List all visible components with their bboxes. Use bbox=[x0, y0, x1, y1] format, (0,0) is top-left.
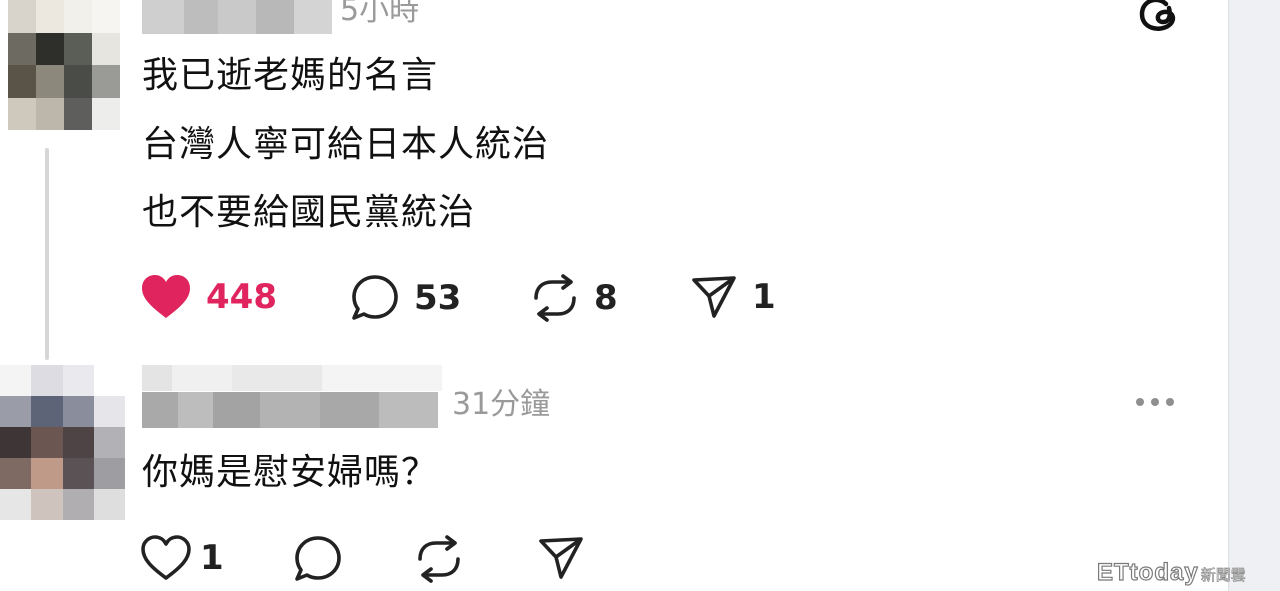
post-timestamp: 5小時 bbox=[340, 0, 420, 28]
right-edge-strip bbox=[1228, 0, 1280, 591]
post-comment-count: 53 bbox=[414, 278, 462, 318]
reply-comment-button[interactable] bbox=[293, 535, 343, 583]
reply-timestamp: 31分鐘 bbox=[452, 387, 551, 422]
speech-bubble-icon bbox=[295, 536, 341, 581]
watermark-suffix: 新聞雲 bbox=[1200, 566, 1246, 585]
thread-connector-line bbox=[45, 148, 49, 360]
send-icon bbox=[692, 276, 736, 318]
speech-bubble-icon bbox=[352, 275, 398, 320]
post-share-count: 1 bbox=[752, 277, 776, 317]
post-share-button[interactable]: 1 bbox=[690, 274, 776, 320]
post-text-line-2: 台灣人寧可給日本人統治 bbox=[142, 124, 550, 165]
post-text-line-1: 我已逝老媽的名言 bbox=[142, 55, 439, 96]
reply-text: 你媽是慰安婦嗎？ bbox=[142, 452, 439, 493]
reply-like-count: 1 bbox=[200, 538, 224, 578]
more-dots-icon[interactable] bbox=[1136, 398, 1174, 406]
post-author-avatar[interactable] bbox=[8, 0, 120, 130]
heart-outline-icon bbox=[141, 535, 191, 580]
reply-author-name-blurred[interactable] bbox=[142, 392, 438, 428]
reply-author-handle-blurred bbox=[142, 365, 442, 391]
reply-repost-button[interactable] bbox=[414, 535, 464, 583]
send-icon bbox=[539, 537, 583, 579]
ettoday-watermark: ETtoday 新聞雲 bbox=[1096, 558, 1246, 587]
post-comment-button[interactable]: 53 bbox=[350, 274, 461, 322]
post-repost-button[interactable]: 8 bbox=[530, 274, 618, 322]
post-like-count: 448 bbox=[206, 277, 277, 317]
reply-share-button[interactable] bbox=[537, 535, 585, 581]
post-like-button[interactable]: 448 bbox=[140, 274, 277, 320]
watermark-brand: ETtoday bbox=[1096, 558, 1199, 586]
repost-icon bbox=[534, 274, 576, 322]
heart-filled-icon bbox=[142, 275, 190, 318]
post-author-name-blurred[interactable] bbox=[142, 0, 332, 34]
repost-icon bbox=[418, 535, 460, 583]
post-text-line-3: 也不要給國民黨統治 bbox=[142, 192, 476, 233]
reply-author-avatar[interactable] bbox=[0, 365, 125, 520]
threads-logo-icon[interactable] bbox=[1136, 0, 1184, 38]
post-repost-count: 8 bbox=[594, 278, 618, 318]
reply-like-button[interactable]: 1 bbox=[140, 535, 224, 581]
